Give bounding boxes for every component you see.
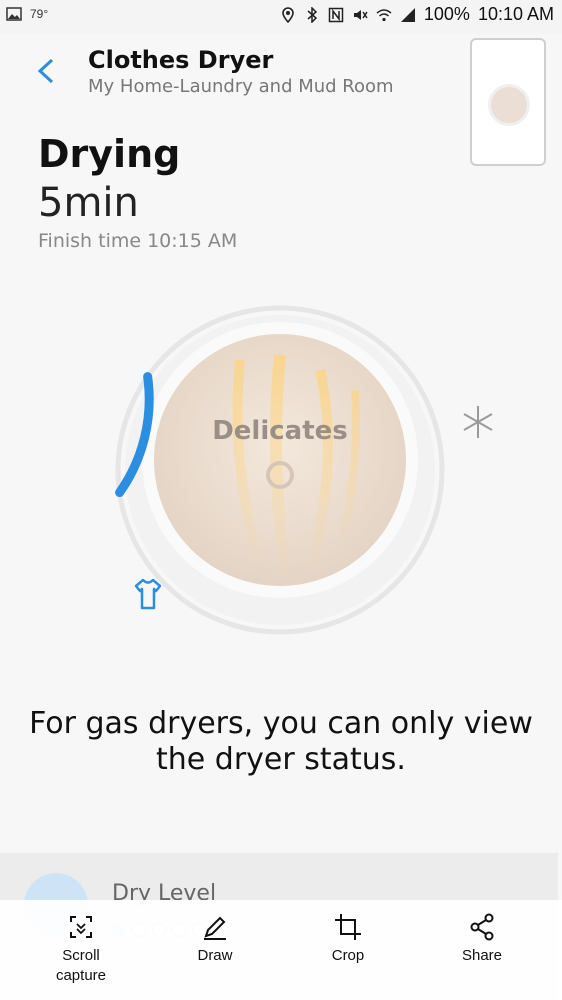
scroll-capture-label-2: capture xyxy=(55,967,107,984)
crop-button[interactable]: Crop xyxy=(303,912,393,966)
location-icon xyxy=(282,6,294,23)
snowflake-icon xyxy=(463,406,493,438)
temperature-text: 79° xyxy=(30,7,49,21)
dryer-state: Drying xyxy=(38,132,181,176)
scroll-capture-icon xyxy=(70,916,92,938)
info-message-line1: For gas dryers, you can only view xyxy=(29,706,533,741)
scroll-capture-label-1: Scroll xyxy=(62,947,100,964)
finish-time: Finish time 10:15 AM xyxy=(38,230,238,252)
screenshot-thumbnail[interactable] xyxy=(470,38,546,166)
info-message: For gas dryers, you can only view the dr… xyxy=(0,706,562,778)
page-subtitle: My Home-Laundry and Mud Room xyxy=(88,76,394,97)
capture-toolbar: Scroll capture Draw Crop Share xyxy=(0,900,562,1000)
pencil-icon xyxy=(204,916,226,940)
wifi-icon xyxy=(376,8,392,21)
crop-label: Crop xyxy=(331,947,365,964)
scroll-capture-button[interactable]: Scroll capture xyxy=(36,912,126,986)
gallery-icon xyxy=(6,7,22,21)
status-left: 79° xyxy=(6,6,48,22)
share-label: Share xyxy=(461,947,503,964)
draw-button[interactable]: Draw xyxy=(170,912,260,966)
status-right: 100% 10:10 AM xyxy=(280,4,554,25)
battery-text: 100% xyxy=(423,4,470,24)
mute-icon xyxy=(353,9,368,20)
draw-label: Draw xyxy=(197,947,233,964)
share-icon xyxy=(470,913,494,941)
bluetooth-icon xyxy=(307,6,317,23)
shirt-icon xyxy=(134,578,162,610)
signal-icon xyxy=(400,7,415,22)
crop-icon xyxy=(335,914,361,940)
back-arrow-icon[interactable] xyxy=(30,54,64,88)
status-bar: 79° 100% 10:10 AM xyxy=(0,0,562,34)
info-message-line2: the dryer status. xyxy=(156,742,406,777)
clock-text: 10:10 AM xyxy=(477,4,554,24)
remaining-time: 5min xyxy=(38,180,139,226)
nfc-icon xyxy=(328,7,344,22)
cycle-label: Delicates xyxy=(212,416,348,446)
thumbnail-dial xyxy=(488,84,530,126)
share-button[interactable]: Share xyxy=(437,912,527,966)
page-title: Clothes Dryer xyxy=(88,46,274,74)
